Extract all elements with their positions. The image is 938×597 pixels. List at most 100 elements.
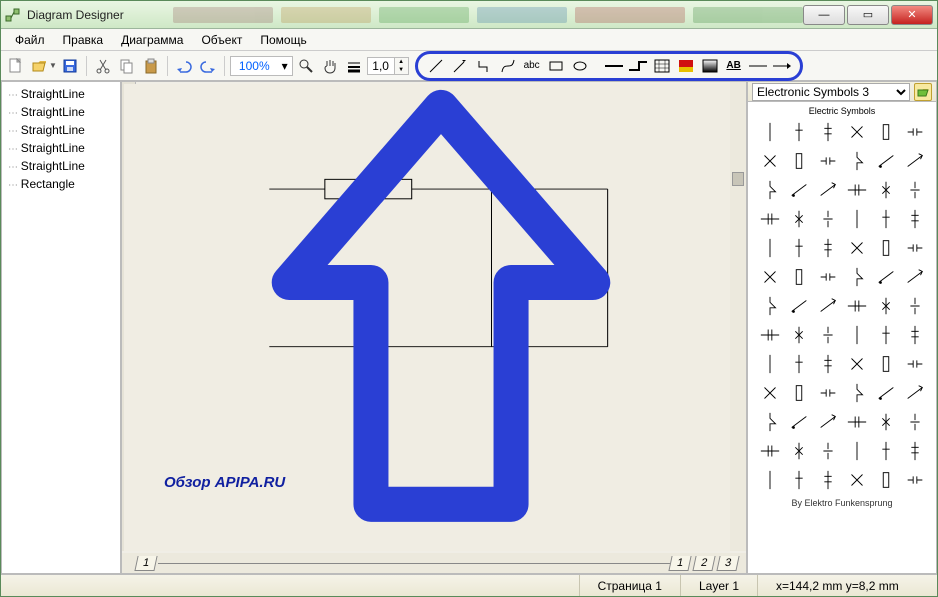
- palette-symbol[interactable]: [845, 410, 869, 434]
- palette-symbol[interactable]: [903, 468, 927, 492]
- copy-button[interactable]: [116, 55, 138, 77]
- palette-symbol[interactable]: [874, 439, 898, 463]
- palette-symbol[interactable]: [787, 207, 811, 231]
- undo-button[interactable]: [173, 55, 195, 77]
- tool-arrow-line[interactable]: [450, 56, 470, 76]
- palette-symbol[interactable]: [816, 149, 840, 173]
- palette-symbol[interactable]: [758, 410, 782, 434]
- zoom-dropdown-icon[interactable]: ▾: [278, 59, 292, 73]
- open-dropdown[interactable]: ▼: [49, 61, 57, 70]
- palette-symbol[interactable]: [816, 294, 840, 318]
- tool-line[interactable]: [426, 56, 446, 76]
- palette-symbol[interactable]: [758, 294, 782, 318]
- palette-symbol[interactable]: [787, 323, 811, 347]
- menu-diagram[interactable]: Диаграмма: [113, 30, 191, 50]
- tree-item[interactable]: StraightLine: [8, 140, 114, 158]
- palette-symbol[interactable]: [787, 381, 811, 405]
- cut-button[interactable]: [92, 55, 114, 77]
- palette-symbol[interactable]: [816, 381, 840, 405]
- tool-connector[interactable]: [474, 56, 494, 76]
- tree-item[interactable]: StraightLine: [8, 104, 114, 122]
- close-button[interactable]: ✕: [891, 5, 933, 25]
- palette-symbol[interactable]: [845, 294, 869, 318]
- palette-symbol[interactable]: [845, 265, 869, 289]
- vertical-scrollbar[interactable]: [730, 82, 746, 551]
- palette-symbol[interactable]: [845, 120, 869, 144]
- save-button[interactable]: [59, 55, 81, 77]
- palette-symbol[interactable]: [845, 149, 869, 173]
- open-button[interactable]: [29, 55, 51, 77]
- fill-hatch[interactable]: [652, 56, 672, 76]
- palette-symbol[interactable]: [758, 381, 782, 405]
- tool-curve[interactable]: [498, 56, 518, 76]
- page-tab[interactable]: 2: [692, 556, 715, 571]
- palette-symbol[interactable]: [874, 410, 898, 434]
- page-tab[interactable]: 3: [716, 556, 739, 571]
- zoom-tool-button[interactable]: [295, 55, 317, 77]
- palette-symbol[interactable]: [903, 439, 927, 463]
- menu-help[interactable]: Помощь: [252, 30, 314, 50]
- tool-rectangle[interactable]: [546, 56, 566, 76]
- palette-symbol[interactable]: [758, 265, 782, 289]
- palette-symbol[interactable]: [787, 352, 811, 376]
- pan-tool-button[interactable]: [319, 55, 341, 77]
- drawing-canvas[interactable]: Обзор APIPA.RU: [124, 84, 744, 551]
- palette-symbol[interactable]: [903, 207, 927, 231]
- palette-symbol[interactable]: [874, 207, 898, 231]
- text-style[interactable]: AB: [724, 56, 744, 76]
- page-tab[interactable]: 1: [668, 556, 691, 571]
- palette-symbol[interactable]: [787, 294, 811, 318]
- palette-symbol[interactable]: [816, 178, 840, 202]
- palette-symbol[interactable]: [845, 381, 869, 405]
- palette-symbol[interactable]: [874, 294, 898, 318]
- palette-symbol[interactable]: [903, 381, 927, 405]
- page-tab-left[interactable]: 1: [134, 556, 157, 571]
- palette-select[interactable]: Electronic Symbols 3: [752, 83, 910, 101]
- palette-symbol[interactable]: [845, 236, 869, 260]
- arrow-start[interactable]: [748, 56, 768, 76]
- tree-item[interactable]: StraightLine: [8, 158, 114, 176]
- palette-open-button[interactable]: [914, 83, 932, 101]
- palette-symbol[interactable]: [845, 207, 869, 231]
- palette-symbol[interactable]: [874, 120, 898, 144]
- zoom-combo[interactable]: 100% ▾: [230, 56, 293, 76]
- menu-edit[interactable]: Правка: [55, 30, 112, 50]
- line-width-spinner[interactable]: ▲▼: [395, 57, 409, 75]
- palette-symbol[interactable]: [758, 439, 782, 463]
- tree-item[interactable]: Rectangle: [8, 176, 114, 194]
- palette-symbol[interactable]: [903, 265, 927, 289]
- palette-symbol[interactable]: [874, 323, 898, 347]
- tool-text[interactable]: abc: [522, 56, 542, 76]
- palette-symbol[interactable]: [874, 468, 898, 492]
- palette-symbol[interactable]: [758, 207, 782, 231]
- palette-symbol[interactable]: [758, 468, 782, 492]
- canvas-area[interactable]: Обзор APIPA.RU 1 1 2 3: [121, 81, 747, 574]
- palette-symbol[interactable]: [787, 410, 811, 434]
- palette-symbol[interactable]: [874, 265, 898, 289]
- palette-symbol[interactable]: [874, 149, 898, 173]
- paste-button[interactable]: [140, 55, 162, 77]
- palette-symbol[interactable]: [758, 178, 782, 202]
- line-width-input[interactable]: [367, 57, 395, 75]
- palette-symbol[interactable]: [816, 120, 840, 144]
- new-button[interactable]: [5, 55, 27, 77]
- palette-symbol[interactable]: [874, 352, 898, 376]
- palette-symbol[interactable]: [845, 439, 869, 463]
- tree-item[interactable]: StraightLine: [8, 122, 114, 140]
- palette-symbol[interactable]: [816, 207, 840, 231]
- fill-gradient[interactable]: [700, 56, 720, 76]
- palette-symbol[interactable]: [903, 323, 927, 347]
- palette-symbol[interactable]: [787, 236, 811, 260]
- tool-ellipse[interactable]: [570, 56, 590, 76]
- line-style-solid[interactable]: [604, 56, 624, 76]
- palette-symbol[interactable]: [816, 236, 840, 260]
- palette-symbol[interactable]: [903, 410, 927, 434]
- palette-symbol[interactable]: [874, 178, 898, 202]
- redo-button[interactable]: [197, 55, 219, 77]
- palette-symbol[interactable]: [903, 294, 927, 318]
- palette-symbol[interactable]: [903, 178, 927, 202]
- palette-symbol[interactable]: [903, 149, 927, 173]
- palette-symbol[interactable]: [903, 120, 927, 144]
- minimize-button[interactable]: —: [803, 5, 845, 25]
- palette-symbol[interactable]: [787, 149, 811, 173]
